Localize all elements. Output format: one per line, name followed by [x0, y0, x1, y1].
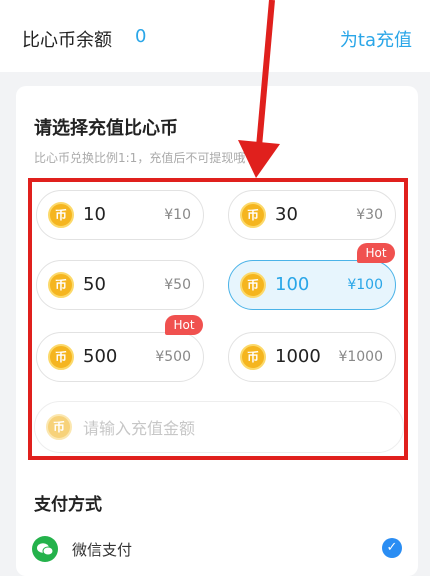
check-icon: ✓ — [382, 538, 402, 558]
recharge-section-title: 请选择充值比心币 — [34, 118, 178, 139]
balance-header: 比心币余额 0 为ta充值 — [0, 0, 430, 72]
payment-method-label: 微信支付 — [72, 541, 133, 559]
payment-section-title: 支付方式 — [34, 495, 102, 515]
exchange-rate-hint: 比心币兑换比例1:1，充值后不可提现哦 — [34, 151, 246, 165]
recharge-card: 请选择充值比心币 比心币兑换比例1:1，充值后不可提现哦 币 10 ¥10 币 … — [16, 86, 418, 576]
topup-for-other-link[interactable]: 为ta充值 — [340, 26, 412, 52]
balance-value: 0 — [135, 26, 147, 47]
annotation-highlight-box — [28, 178, 408, 460]
wechat-icon — [32, 536, 58, 562]
balance-label: 比心币余额 — [22, 30, 112, 51]
